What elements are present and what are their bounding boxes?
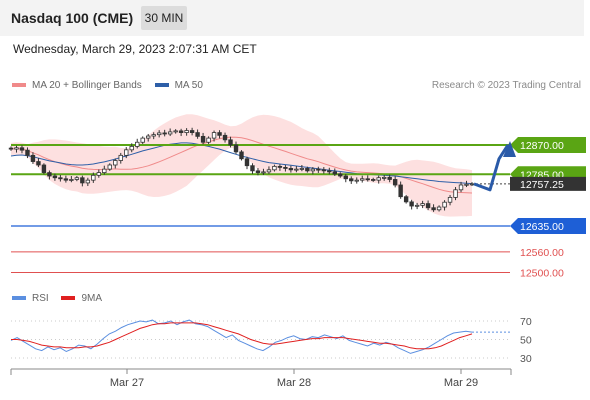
candle-body xyxy=(162,132,167,135)
candle-body xyxy=(327,170,332,173)
candle-body xyxy=(272,165,277,171)
candle-body xyxy=(30,154,36,162)
candle-body xyxy=(80,177,85,184)
candle-body xyxy=(403,196,409,203)
candle-body xyxy=(167,131,173,135)
candle-body xyxy=(58,177,63,180)
candle-body xyxy=(19,147,25,151)
candle-body xyxy=(277,165,283,168)
candle-body xyxy=(365,178,370,181)
candle-body xyxy=(107,164,112,170)
forecast-arrow xyxy=(473,144,510,192)
level-label: 12500.00 xyxy=(520,268,564,280)
candle-body xyxy=(310,168,316,172)
candle-body xyxy=(261,171,266,174)
candle-body xyxy=(200,135,206,143)
candle-body xyxy=(102,168,107,173)
candle-body xyxy=(69,179,74,181)
candle-body xyxy=(266,169,272,173)
candle-body xyxy=(321,169,327,172)
candle-body xyxy=(349,178,354,182)
candle-body xyxy=(8,147,14,150)
candle-body xyxy=(85,179,91,184)
candle-body xyxy=(52,175,58,179)
price-chart: 12870.0012785.0012635.0012560.0012500.00… xyxy=(8,114,586,389)
candle-body xyxy=(228,139,233,146)
rsi-tick-label: 50 xyxy=(520,335,532,347)
candle-body xyxy=(425,203,431,209)
candle-body xyxy=(447,196,453,203)
candle-body xyxy=(118,154,123,161)
candle-body xyxy=(360,178,365,181)
candle-body xyxy=(140,137,145,143)
candle-body xyxy=(63,178,69,181)
rsi-tick-label: 30 xyxy=(520,353,532,365)
candle-body xyxy=(338,173,343,177)
candle-body xyxy=(371,179,376,181)
candle-body xyxy=(453,189,458,198)
level-label: 12635.00 xyxy=(520,221,564,233)
candle-body xyxy=(250,165,255,172)
candle-body xyxy=(135,141,140,147)
candle-body xyxy=(113,160,118,166)
rsi-line xyxy=(10,319,473,354)
candle-body xyxy=(195,132,200,137)
candle-body xyxy=(47,172,52,177)
candle-body xyxy=(222,134,228,141)
candle-body xyxy=(354,179,359,182)
candle-body xyxy=(211,132,217,139)
current-price-label: 12757.25 xyxy=(520,179,564,191)
candle-body xyxy=(288,168,294,171)
candle-body xyxy=(316,168,321,171)
candle-body xyxy=(387,176,392,180)
candle-body xyxy=(343,175,348,180)
candle-body xyxy=(332,171,337,175)
candle-body xyxy=(299,168,305,170)
candle-body xyxy=(151,134,156,137)
candle-body xyxy=(233,144,239,153)
candle-body xyxy=(458,184,464,191)
candle-body xyxy=(25,149,30,156)
x-tick-label: Mar 28 xyxy=(277,377,311,389)
candle-body xyxy=(431,207,436,211)
candle-body xyxy=(14,147,19,150)
candle-body xyxy=(184,130,189,133)
candle-body xyxy=(156,132,162,136)
candle-body xyxy=(239,151,244,160)
candle-body xyxy=(409,201,414,207)
candle-body xyxy=(36,161,41,166)
candle-body xyxy=(173,130,178,133)
candle-body xyxy=(178,130,184,133)
candle-body xyxy=(189,130,195,133)
candle-body xyxy=(420,203,425,206)
candle-body xyxy=(244,158,250,167)
candle-body xyxy=(442,201,447,208)
candle-body xyxy=(464,183,469,186)
candle-body xyxy=(206,137,211,143)
rsi-tick-label: 70 xyxy=(520,316,532,328)
candle-body xyxy=(398,184,403,198)
candle-body xyxy=(41,164,47,173)
candle-body xyxy=(305,168,310,172)
candle-body xyxy=(124,149,129,156)
candle-body xyxy=(376,177,381,181)
level-label: 12560.00 xyxy=(520,247,564,259)
x-tick-label: Mar 27 xyxy=(110,377,144,389)
candle-body xyxy=(74,177,80,180)
level-label: 12870.00 xyxy=(520,140,564,152)
candle-body xyxy=(436,206,442,211)
candle-body xyxy=(381,176,387,179)
candle-body xyxy=(392,179,398,186)
candle-body xyxy=(294,168,299,171)
candle-body xyxy=(146,135,151,139)
candle-body xyxy=(129,145,134,151)
x-tick-label: Mar 29 xyxy=(444,377,478,389)
candle-body xyxy=(91,174,96,181)
candle-body xyxy=(283,167,288,169)
candle-body xyxy=(414,204,420,207)
candle-body xyxy=(96,172,102,176)
candle-body xyxy=(217,132,222,136)
candle-body xyxy=(255,170,261,173)
